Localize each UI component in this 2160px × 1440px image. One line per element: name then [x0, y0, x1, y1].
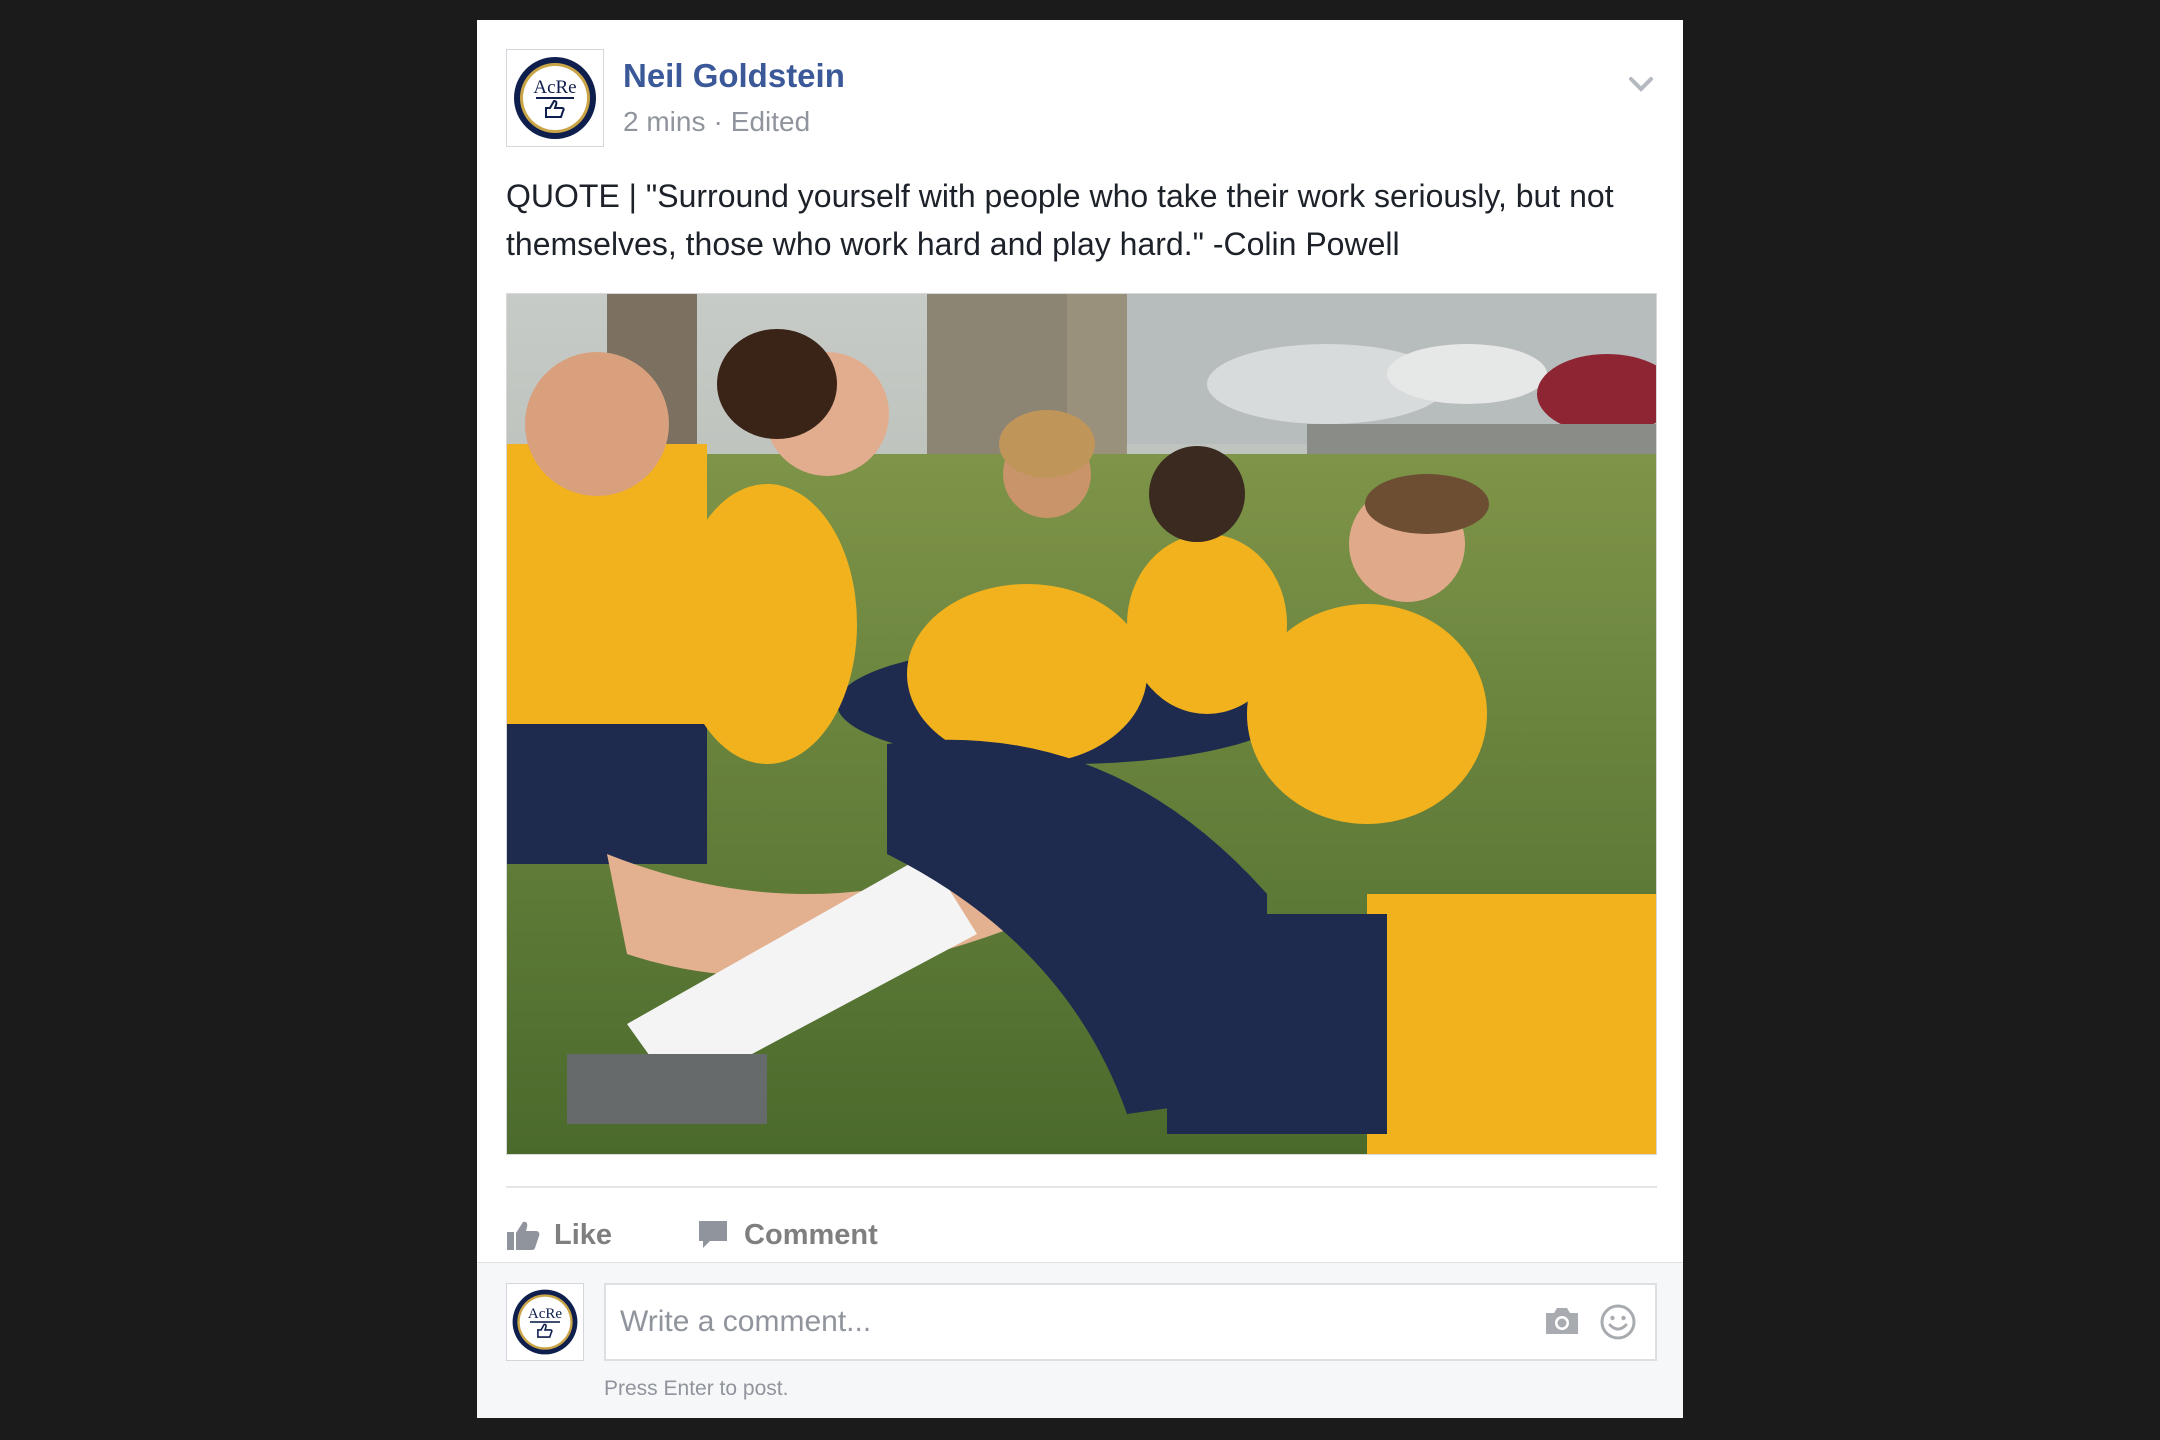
- comment-label: Comment: [744, 1218, 878, 1251]
- author-avatar[interactable]: AcRe: [506, 49, 604, 147]
- comment-composer: AcRe Pre: [477, 1262, 1683, 1418]
- comment-input[interactable]: [606, 1285, 1534, 1359]
- post-photo[interactable]: [506, 293, 1657, 1155]
- commenter-avatar: AcRe: [506, 1283, 584, 1361]
- actions-divider: [506, 1186, 1657, 1188]
- author-name-link[interactable]: Neil Goldstein: [623, 57, 845, 95]
- acre-logo: AcRe: [512, 1289, 578, 1355]
- edited-label[interactable]: Edited: [731, 106, 810, 137]
- smiley-icon[interactable]: [1599, 1303, 1637, 1346]
- post-actions-bar: Like Comment: [506, 1200, 962, 1270]
- post-timestamp[interactable]: 2 mins: [623, 106, 705, 137]
- comment-input-box: [604, 1283, 1657, 1361]
- photo-illustration: [507, 294, 1656, 1154]
- press-enter-hint: Press Enter to post.: [604, 1377, 789, 1400]
- acre-logo: AcRe: [514, 57, 596, 139]
- avatar-logo-text: AcRe: [528, 1306, 563, 1322]
- chevron-down-icon[interactable]: [1623, 69, 1659, 99]
- comment-button[interactable]: Comment: [696, 1219, 878, 1252]
- thumbs-up-icon: [507, 1221, 540, 1250]
- post-message: QUOTE | "Surround yourself with people w…: [506, 178, 1614, 262]
- like-label: Like: [554, 1218, 613, 1251]
- post-meta: 2 mins · Edited: [623, 106, 810, 138]
- meta-separator: ·: [713, 106, 723, 137]
- avatar-logo-text: AcRe: [533, 77, 576, 98]
- camera-icon[interactable]: [1543, 1305, 1581, 1342]
- speech-bubble-icon: [699, 1221, 728, 1248]
- facebook-post-card: AcRe Neil Goldstein 2 mins · Edited QUOTE …: [477, 20, 1683, 1418]
- post-header: AcRe Neil Goldstein 2 mins · Edited: [506, 49, 1654, 149]
- like-button[interactable]: Like: [506, 1219, 612, 1252]
